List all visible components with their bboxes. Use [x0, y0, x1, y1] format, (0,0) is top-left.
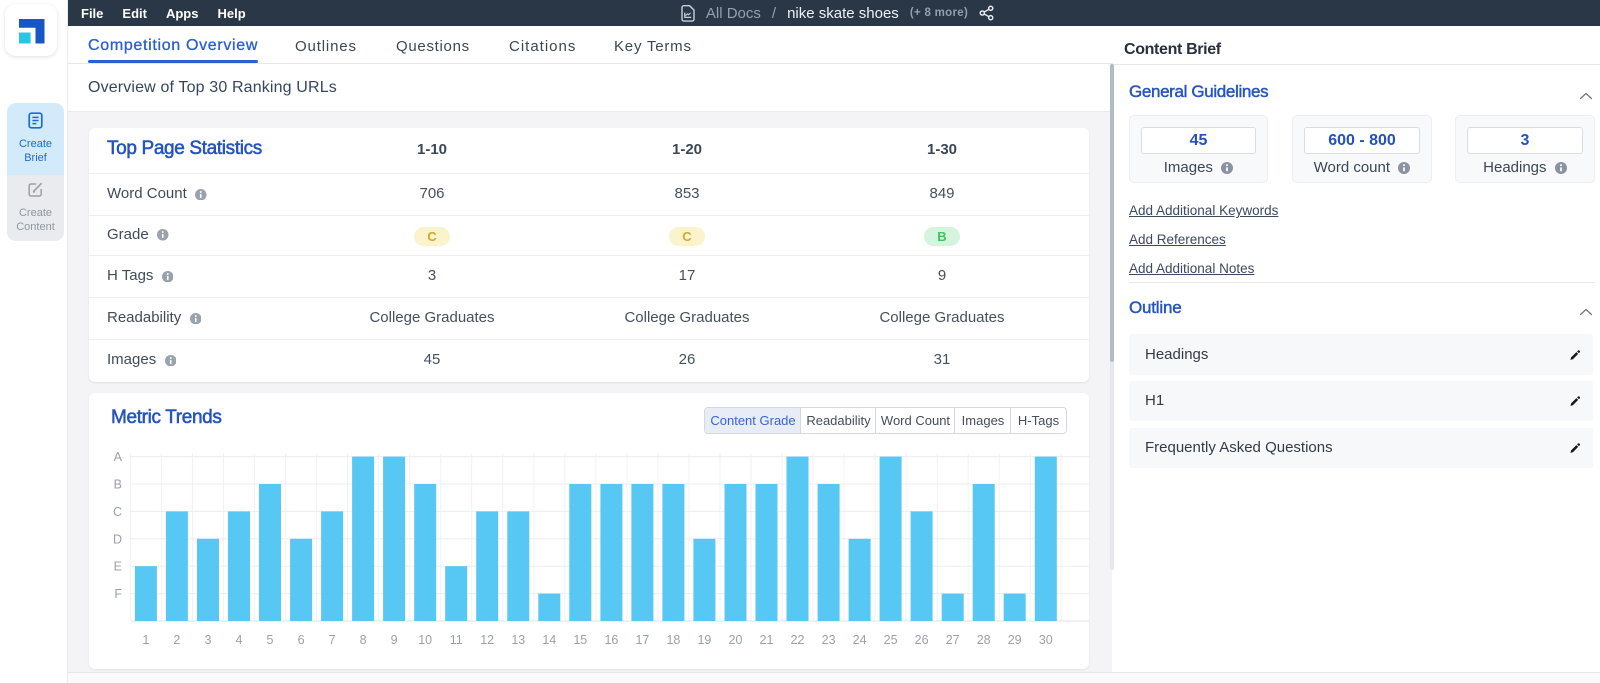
svg-text:5: 5	[267, 633, 274, 647]
svg-text:F: F	[114, 587, 122, 601]
svg-text:13: 13	[511, 633, 525, 647]
svg-text:26: 26	[915, 633, 929, 647]
svg-text:7: 7	[329, 633, 336, 647]
svg-text:25: 25	[884, 633, 898, 647]
svg-text:18: 18	[666, 633, 680, 647]
svg-text:8: 8	[360, 633, 367, 647]
svg-text:24: 24	[853, 633, 867, 647]
svg-text:21: 21	[760, 633, 774, 647]
svg-text:3: 3	[205, 633, 212, 647]
svg-text:27: 27	[946, 633, 960, 647]
svg-text:19: 19	[697, 633, 711, 647]
svg-text:29: 29	[1008, 633, 1022, 647]
svg-text:6: 6	[298, 633, 305, 647]
svg-text:20: 20	[729, 633, 743, 647]
svg-text:9: 9	[391, 633, 398, 647]
svg-text:2: 2	[173, 633, 180, 647]
svg-text:E: E	[114, 560, 122, 574]
svg-text:10: 10	[418, 633, 432, 647]
svg-text:17: 17	[635, 633, 649, 647]
svg-text:15: 15	[573, 633, 587, 647]
svg-text:30: 30	[1039, 633, 1053, 647]
svg-text:14: 14	[542, 633, 556, 647]
svg-text:D: D	[113, 532, 122, 546]
svg-text:A: A	[114, 450, 123, 464]
svg-text:B: B	[114, 478, 122, 492]
svg-text:11: 11	[450, 633, 463, 647]
svg-text:23: 23	[822, 633, 836, 647]
svg-text:12: 12	[480, 633, 494, 647]
svg-text:16: 16	[604, 633, 618, 647]
svg-text:22: 22	[791, 633, 805, 647]
svg-text:C: C	[113, 505, 122, 519]
svg-text:28: 28	[977, 633, 991, 647]
svg-text:1: 1	[142, 633, 149, 647]
svg-text:4: 4	[236, 633, 243, 647]
